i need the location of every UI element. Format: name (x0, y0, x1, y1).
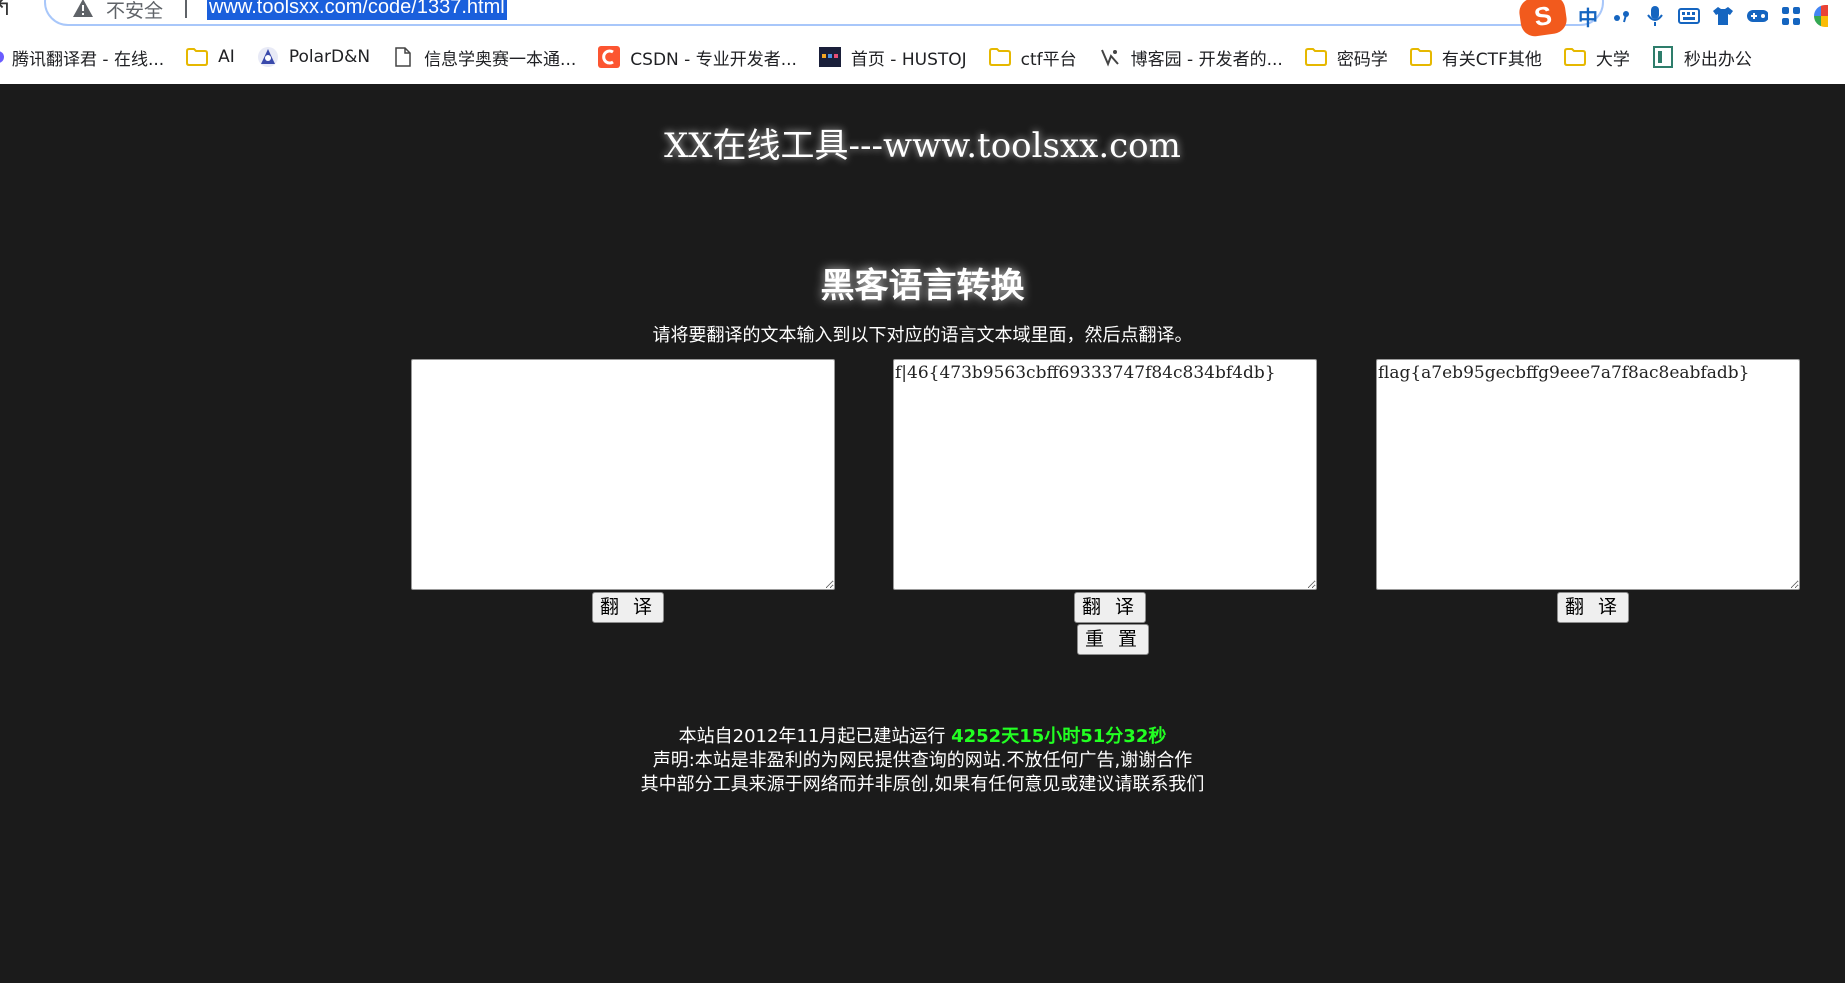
bookmark-label: 信息学奥赛一本通... (424, 49, 577, 70)
folder-icon (988, 46, 1011, 68)
translate-button-3[interactable]: 翻 译 (1557, 592, 1630, 623)
csdn-logo-icon (598, 46, 621, 68)
keyboard-icon[interactable] (1678, 5, 1700, 27)
bookmark-folder-crypto[interactable]: 密码学 (1304, 45, 1388, 70)
textarea-plain[interactable] (411, 359, 835, 590)
polar-logo-icon (257, 46, 279, 68)
folder-icon (1563, 46, 1586, 68)
security-label[interactable]: 不安全 (106, 0, 163, 23)
bookmark-folder-ctf-other[interactable]: 有关CTF其他 (1409, 45, 1542, 70)
bookmarks-bar: 腾讯翻译君 - 在线... AI PolarD&N 信息学奥赛一本通... CS… (0, 42, 1774, 72)
punctuation-icon[interactable] (1610, 5, 1632, 27)
browser-chrome: ↰ 不安全 www.toolsxx.com/code/1337.html S 中 (0, 0, 1845, 84)
bookmark-label: PolarD&N (288, 47, 371, 67)
footer: 本站自2012年11月起已建站运行 4252天15小时51分32秒 声明:本站是… (0, 725, 1845, 797)
bookmark-label: 秒出办公 (1683, 49, 1752, 70)
bookmark-translate[interactable]: 腾讯翻译君 - 在线... (0, 45, 164, 70)
bookmark-label: 首页 - HUSTOJ (850, 49, 967, 70)
page-icon (392, 46, 414, 68)
browser-logo-icon[interactable] (1814, 5, 1828, 27)
cnblogs-logo-icon (1099, 46, 1121, 68)
translate-button-1[interactable]: 翻 译 (592, 592, 665, 623)
bookmark-folder-ai[interactable]: AI (186, 46, 235, 68)
instruction-text: 请将要翻译的文本输入到以下对应的语言文本域里面，然后点翻译。 (652, 325, 1193, 346)
uptime-prefix: 本站自2012年11月起已建站运行 (678, 726, 946, 747)
translate-button-2[interactable]: 翻 译 (1074, 592, 1147, 623)
bookmark-label: CSDN - 专业开发者... (630, 49, 797, 70)
microphone-icon[interactable] (1644, 5, 1666, 27)
ime-chinese-mode[interactable]: 中 (1578, 2, 1598, 31)
source-note-line: 其中部分工具来源于网络而并非原创,如果有任何意见或建议请联系我们 (640, 774, 1205, 795)
bookmark-csdn[interactable]: CSDN - 专业开发者... (598, 45, 797, 70)
gamepad-icon[interactable] (1746, 5, 1768, 27)
bookmark-folder-ctf[interactable]: ctf平台 (988, 45, 1077, 70)
hustoj-logo-icon (818, 46, 841, 68)
bookmark-label: 大学 (1595, 49, 1630, 70)
bookmark-label: 密码学 (1336, 49, 1388, 70)
folder-icon (1304, 46, 1327, 68)
bookmark-polardn[interactable]: PolarD&N (257, 46, 370, 68)
uptime-line: 本站自2012年11月起已建站运行 4252天15小时51分32秒 (0, 725, 1845, 749)
textarea-hacker[interactable]: f|46{473b9563cbff69333747f84c834bf4db} (893, 359, 1317, 590)
bookmark-office[interactable]: 秒出办公 (1652, 45, 1752, 70)
bookmark-hustoj[interactable]: 首页 - HUSTOJ (818, 45, 967, 70)
ime-toolbar: S 中 (1517, 0, 1828, 39)
url-text[interactable]: www.toolsxx.com/code/1337.html (207, 0, 507, 20)
apps-grid-icon[interactable] (1780, 5, 1802, 27)
folder-icon (186, 46, 209, 68)
textarea-result[interactable]: flag{a7eb95gecbffg9eee7a7f8ac8eabfadb} (1376, 359, 1800, 590)
disclaimer-line: 声明:本站是非盈利的为网民提供查询的网站.不放任何广告,谢谢合作 (652, 750, 1193, 771)
reset-button[interactable]: 重 置 (1077, 624, 1150, 655)
bookmark-label: ctf平台 (1020, 49, 1077, 70)
bookmark-label: 博客园 - 开发者的... (1130, 49, 1283, 70)
back-icon[interactable]: ↰ (0, 0, 12, 21)
bookmark-label: 有关CTF其他 (1441, 49, 1542, 70)
bookmark-label: AI (218, 47, 235, 67)
warning-icon[interactable] (72, 0, 94, 22)
translate-icon (0, 46, 6, 68)
site-title: XX在线工具---www.toolsxx.com (664, 126, 1181, 166)
bookmark-xinxixue[interactable]: 信息学奥赛一本通... (392, 45, 576, 70)
address-separator (185, 0, 187, 18)
uptime-value: 4252天15小时51分32秒 (951, 726, 1167, 747)
sogou-logo-icon[interactable]: S (1517, 0, 1569, 39)
folder-icon (1409, 46, 1432, 68)
page-title: 黑客语言转换 (820, 266, 1025, 306)
app-icon (1652, 46, 1674, 68)
skin-shirt-icon[interactable] (1712, 5, 1734, 27)
bookmark-label: 腾讯翻译君 - 在线... (12, 49, 165, 70)
bookmark-cnblogs[interactable]: 博客园 - 开发者的... (1099, 45, 1283, 70)
bookmark-folder-university[interactable]: 大学 (1563, 45, 1630, 70)
